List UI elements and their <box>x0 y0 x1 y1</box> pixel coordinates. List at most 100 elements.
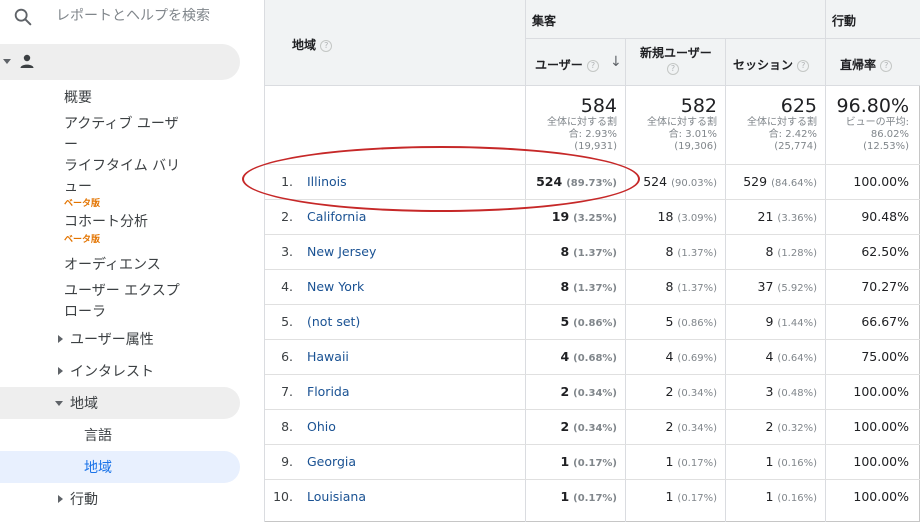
help-icon[interactable]: ? <box>667 63 679 75</box>
sidebar-item-label: インタレスト <box>70 364 154 380</box>
cell-percent: (84.64%) <box>771 178 817 189</box>
sidebar-item-label: ユーザー エクスプ <box>64 283 180 299</box>
table-row: 4. New York 8 (1.37%) 8 (1.37%) 37 (5.92%) … <box>265 269 920 304</box>
total-new-users: 582 全体に対する割 合: 3.01% (19,306) <box>627 95 717 153</box>
region-link[interactable]: Hawaii <box>307 349 349 364</box>
users-cell: 1 (0.17%) <box>560 454 617 469</box>
column-header-label: 新規ユーザー <box>640 46 712 60</box>
region-link[interactable]: Georgia <box>307 454 356 469</box>
help-icon[interactable]: ? <box>880 59 893 72</box>
sidebar-item-language[interactable]: 言語 <box>0 419 240 451</box>
users-cell: 2 (0.34%) <box>560 384 617 399</box>
sidebar-item-audience[interactable] <box>0 44 240 80</box>
table-row: 2. California 19 (3.25%) 18 (3.09%) 21 (3.3… <box>265 199 920 234</box>
row-number: 3. <box>281 244 293 259</box>
search-input[interactable]: レポートとヘルプを検索 <box>56 5 210 25</box>
column-group-behavior: 行動 <box>832 14 857 28</box>
row-number: 9. <box>281 454 293 469</box>
sidebar-item-lifetime-value[interactable]: ライフタイム バリ ュー <box>64 156 180 198</box>
beta-badge: ベータ版 <box>64 199 101 209</box>
cell-percent: (1.37%) <box>677 283 717 294</box>
region-link[interactable]: Louisiana <box>307 489 366 504</box>
bounce-rate-cell: 100.00% <box>853 419 909 434</box>
cell-percent: (0.16%) <box>777 458 817 469</box>
sidebar-item-user-explorer[interactable]: ユーザー エクスプ ローラ <box>64 281 180 323</box>
users-cell: 19 (3.25%) <box>552 209 617 224</box>
row-number: 6. <box>281 349 293 364</box>
sidebar-item-label: 地域 <box>70 396 98 412</box>
table-row: 3. New Jersey 8 (1.37%) 8 (1.37%) 8 (1.28%)… <box>265 234 920 269</box>
region-link[interactable]: (not set) <box>307 314 360 329</box>
row-number: 8. <box>281 419 293 434</box>
sidebar-item-label: ローラ <box>64 304 106 320</box>
sidebar-item-cohort[interactable]: コホート分析 <box>64 212 148 233</box>
table-row: 8. Ohio 2 (0.34%) 2 (0.34%) 2 (0.32%) 100.0… <box>265 409 920 444</box>
cell-percent: (0.68%) <box>573 353 617 364</box>
region-link[interactable]: Ohio <box>307 419 336 434</box>
total-note: 全体に対する割 <box>547 117 617 128</box>
cell-value: 2 <box>765 419 774 434</box>
total-value: 625 <box>780 95 817 117</box>
cell-value: 2 <box>560 384 570 399</box>
cell-percent: (3.09%) <box>677 213 717 224</box>
region-link[interactable]: New York <box>307 279 364 294</box>
bounce-rate-cell: 70.27% <box>861 279 909 294</box>
cell-value: 4 <box>665 349 674 364</box>
table-row: 6. Hawaii 4 (0.68%) 4 (0.69%) 4 (0.64%) 75.… <box>265 339 920 374</box>
column-header-region[interactable]: 地域 ? <box>292 36 333 53</box>
bounce-rate-cell: 75.00% <box>861 349 909 364</box>
row-number: 4. <box>281 279 293 294</box>
header-divider <box>525 38 920 39</box>
sidebar-item-location[interactable]: 地域 <box>0 451 240 483</box>
sidebar-item-active-users[interactable]: アクティブ ユーザ ー <box>64 114 179 156</box>
help-icon[interactable]: ? <box>586 59 599 72</box>
sidebar-item-demographics[interactable]: ユーザー属性 <box>0 323 240 355</box>
bounce-rate-cell: 100.00% <box>853 174 909 189</box>
new-users-cell: 524 (90.03%) <box>643 174 717 189</box>
column-header-sessions[interactable]: セッション ? <box>733 56 810 73</box>
cell-value: 1 <box>665 454 674 469</box>
column-header-new-users[interactable]: 新規ユーザー <box>640 44 712 61</box>
sidebar-item-geo[interactable]: 地域 <box>0 387 240 419</box>
bounce-rate-cell: 66.67% <box>861 314 909 329</box>
cell-percent: (1.44%) <box>777 318 817 329</box>
cell-percent: (89.73%) <box>566 178 617 189</box>
cell-value: 8 <box>665 279 674 294</box>
sidebar-item-behavior[interactable]: 行動 <box>0 483 240 515</box>
column-header-label: 直帰率 <box>840 58 877 72</box>
sessions-cell: 8 (1.28%) <box>765 244 817 259</box>
sidebar-item-label: ユーザー属性 <box>70 332 154 348</box>
column-header-users[interactable]: ユーザー ? <box>535 56 599 73</box>
region-link[interactable]: Illinois <box>307 174 347 189</box>
sessions-cell: 4 (0.64%) <box>765 349 817 364</box>
report-search[interactable]: レポートとヘルプを検索 <box>0 0 264 32</box>
geo-report-table: 地域 ? 集客 行動 ユーザー ? ↓ 新規ユーザー ? セッション ? 直帰率… <box>265 0 920 522</box>
users-cell: 8 (1.37%) <box>560 279 617 294</box>
region-link[interactable]: California <box>307 209 366 224</box>
sort-descending-icon[interactable]: ↓ <box>610 54 622 70</box>
new-users-cell: 2 (0.34%) <box>665 419 717 434</box>
cell-percent: (0.34%) <box>677 423 717 434</box>
row-number: 1. <box>281 174 293 189</box>
sessions-cell: 3 (0.48%) <box>765 384 817 399</box>
cell-percent: (1.28%) <box>777 248 817 259</box>
region-link[interactable]: New Jersey <box>307 244 376 259</box>
sidebar-item-overview[interactable]: 概要 <box>64 88 92 109</box>
sidebar-item-label: 言語 <box>84 428 112 444</box>
cell-percent: (0.32%) <box>777 423 817 434</box>
column-header-label: ユーザー <box>535 58 583 72</box>
sidebar-item-label: 行動 <box>70 492 98 508</box>
new-users-cell: 1 (0.17%) <box>665 454 717 469</box>
total-note: 86.02% <box>870 129 909 140</box>
region-link[interactable]: Florida <box>307 384 350 399</box>
total-value: 584 <box>580 95 617 117</box>
total-note: 合: 3.01% <box>668 129 717 140</box>
sidebar-item-audiences[interactable]: オーディエンス <box>64 255 161 276</box>
column-header-bounce-rate[interactable]: 直帰率 ? <box>840 56 893 73</box>
sidebar-item-interests[interactable]: インタレスト <box>0 355 240 387</box>
cell-value: 37 <box>757 279 774 294</box>
help-icon[interactable]: ? <box>797 59 810 72</box>
cell-percent: (90.03%) <box>671 178 717 189</box>
help-icon[interactable]: ? <box>320 39 333 52</box>
users-cell: 1 (0.17%) <box>560 489 617 504</box>
